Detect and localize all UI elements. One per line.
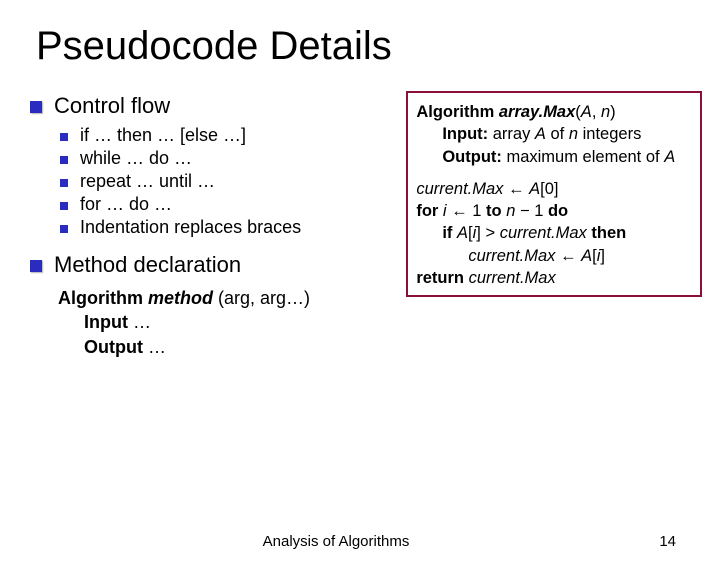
br: ] (600, 247, 605, 265)
left-column: Control flow if … then … [else …] while … (30, 77, 406, 359)
algo-line: current.Max ← A[i] (416, 245, 692, 267)
page-number: 14 (659, 533, 676, 550)
bullet-item: while … do … (60, 148, 406, 169)
t: of (546, 125, 569, 143)
bullet-text: repeat … until … (80, 171, 215, 192)
t: maximum element of (502, 148, 664, 166)
algo-output: Output: maximum element of A (416, 146, 692, 168)
algo-input: Input: array A of n integers (416, 123, 692, 145)
t: array (488, 125, 535, 143)
section-heading-method-decl: Method declaration (30, 252, 406, 278)
small-square-icon (60, 133, 68, 141)
bullet-item: if … then … [else …] (60, 125, 406, 146)
algo-signature: Algorithm array.Max(A, n) (416, 101, 692, 123)
kw-to: to (481, 202, 506, 220)
algorithm-box: Algorithm array.Max(A, n) Input: array A… (406, 91, 702, 297)
bullet-item: repeat … until … (60, 171, 406, 192)
footer-text: Analysis of Algorithms (263, 533, 410, 550)
slide-title: Pseudocode Details (36, 24, 720, 69)
paren-close: ) (610, 103, 616, 121)
var-a: A (529, 180, 540, 198)
slide-footer: Analysis of Algorithms 14 (0, 533, 720, 550)
small-square-icon (60, 202, 68, 210)
var-n: n (569, 125, 578, 143)
algo-name: array.Max (499, 103, 575, 121)
kw-input: Input (84, 312, 128, 332)
var-cm: current.Max (416, 180, 503, 198)
minus: − (515, 202, 534, 220)
bullet-text: for … do … (80, 194, 172, 215)
algo-line: Output … (58, 335, 406, 359)
heading-text: Method declaration (54, 252, 241, 278)
bullet-item: for … do … (60, 194, 406, 215)
kw-algorithm: Algorithm (416, 103, 494, 121)
param-a: A (581, 103, 592, 121)
kw-then: then (587, 224, 626, 242)
content-columns: Control flow if … then … [else …] while … (30, 77, 702, 359)
algo-line: for i ← 1 to n − 1 do (416, 200, 692, 222)
gt: > (481, 224, 500, 242)
var-cm: current.Max (469, 269, 556, 287)
kw-if: if (442, 224, 457, 242)
heading-text: Control flow (54, 93, 170, 119)
small-square-icon (60, 156, 68, 164)
var-cm: current.Max (500, 224, 587, 242)
var-a: A (581, 247, 592, 265)
kw-output: Output (84, 337, 143, 357)
var-a: A (664, 148, 675, 166)
arrow-icon: ← (555, 247, 581, 265)
kw-return: return (416, 269, 468, 287)
method-name: method (148, 288, 213, 308)
var-a: A (457, 224, 468, 242)
var-n: n (506, 202, 515, 220)
algo-line: Algorithm method (arg, arg…) (58, 286, 406, 310)
square-bullet-icon (30, 260, 42, 272)
algo-line: current.Max ← A[0] (416, 178, 692, 200)
var-a: A (535, 125, 546, 143)
args: (arg, arg…) (218, 288, 310, 308)
arrow-icon: ← (447, 202, 473, 220)
section-heading-control-flow: Control flow (30, 93, 406, 119)
num: 1 (534, 202, 543, 220)
idx: [0] (540, 180, 558, 198)
algo-line: return current.Max (416, 267, 692, 289)
bullet-item: Indentation replaces braces (60, 217, 406, 238)
bullet-text: Indentation replaces braces (80, 217, 301, 238)
param-n: n (601, 103, 610, 121)
arrow-icon: ← (503, 180, 529, 198)
square-bullet-icon (30, 101, 42, 113)
kw-algorithm: Algorithm (58, 288, 143, 308)
rest: … (128, 312, 151, 332)
algo-line: if A[i] > current.Max then (416, 222, 692, 244)
kw-input: Input: (442, 125, 488, 143)
comma: , (592, 103, 601, 121)
algo-line: Input … (58, 310, 406, 334)
bullet-text: if … then … [else …] (80, 125, 246, 146)
kw-for: for (416, 202, 443, 220)
method-decl-block: Algorithm method (arg, arg…) Input … Out… (58, 286, 406, 359)
bullet-text: while … do … (80, 148, 192, 169)
t: integers (578, 125, 641, 143)
kw-output: Output: (442, 148, 502, 166)
kw-do: do (543, 202, 568, 220)
right-column: Algorithm array.Max(A, n) Input: array A… (406, 77, 702, 359)
rest: … (143, 337, 166, 357)
small-square-icon (60, 225, 68, 233)
small-square-icon (60, 179, 68, 187)
var-cm: current.Max (468, 247, 555, 265)
